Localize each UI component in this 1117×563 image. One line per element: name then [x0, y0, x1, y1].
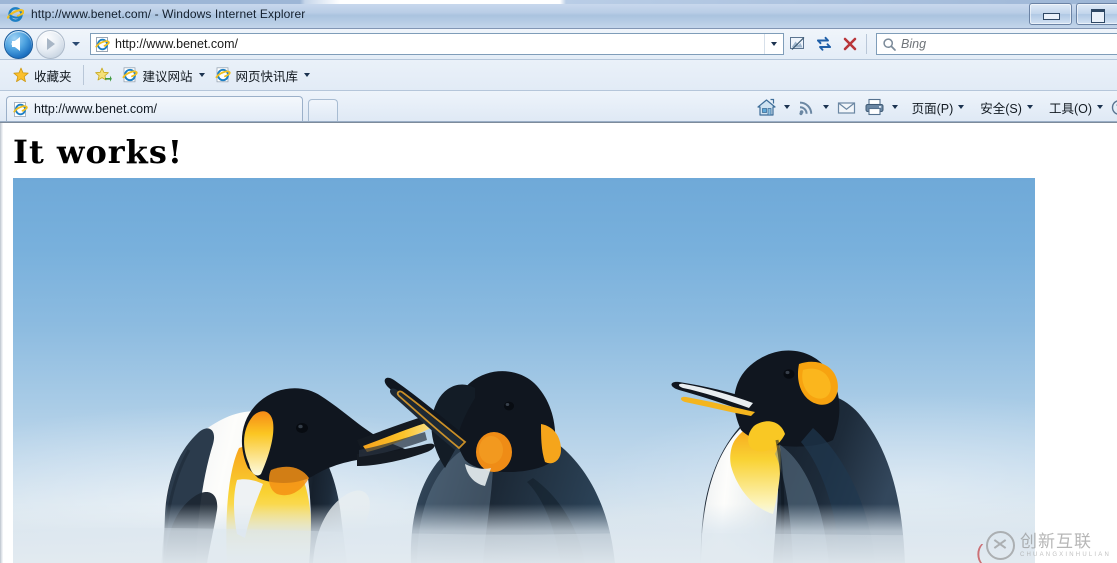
search-input[interactable]: Bing [901, 37, 926, 51]
ie-browser-window: http://www.benet.com/ - Windows Internet… [0, 0, 1117, 563]
chevron-down-icon [71, 42, 80, 46]
back-button[interactable] [4, 29, 33, 59]
refresh-button[interactable] [811, 33, 836, 55]
page-left-edge [0, 123, 3, 563]
favorites-separator [82, 65, 84, 85]
menu-safety-label: 安全(S) [980, 101, 1022, 116]
compatibility-view-icon [790, 37, 805, 50]
window-controls [1029, 3, 1117, 25]
favbar-item-web-slice-gallery[interactable]: 网页快讯库 [210, 64, 316, 86]
ie-icon [215, 67, 231, 83]
menu-page-label: 页面(P) [911, 101, 954, 116]
rss-feed-icon [798, 98, 816, 116]
search-box[interactable]: Bing [876, 33, 1117, 55]
ice-haze-band [13, 504, 1035, 563]
address-favicon-icon [95, 36, 110, 52]
chevron-down-icon [784, 105, 791, 109]
forward-arrow-icon [47, 37, 55, 50]
favorites-center-button[interactable]: 收藏夹 [8, 64, 77, 86]
chevron-down-icon [304, 73, 311, 77]
menu-safety[interactable]: 安全(S) [976, 96, 1037, 118]
chevron-down-icon [823, 105, 830, 109]
feeds-dropdown-button[interactable] [820, 96, 833, 118]
minimize-icon [1043, 13, 1060, 20]
address-bar[interactable]: http://www.benet.com/ [90, 33, 784, 55]
feeds-button[interactable] [794, 96, 820, 118]
search-icon [882, 37, 897, 52]
compatibility-view-button[interactable] [785, 33, 810, 55]
title-bar: http://www.benet.com/ - Windows Internet… [0, 0, 1117, 29]
print-button[interactable] [860, 96, 889, 118]
favbar-item-label: 建议网站 [142, 69, 193, 84]
home-icon [756, 98, 777, 117]
chevron-down-icon [771, 42, 777, 46]
favbar-item-label: 网页快讯库 [235, 69, 299, 84]
favbar-item-suggested-sites[interactable]: 建议网站 [117, 64, 210, 86]
print-dropdown-button[interactable] [889, 96, 902, 118]
maximize-icon [1091, 9, 1105, 23]
menu-tools-label: 工具(O) [1048, 101, 1092, 116]
tab-favicon-icon [13, 101, 28, 117]
favorites-bar: 收藏夹 建议网站 网页快讯库 [0, 60, 1117, 91]
add-to-favorites-bar-button[interactable] [90, 64, 117, 86]
navigation-bar: http://www.benet.com/ Bing [0, 29, 1117, 60]
printer-icon [864, 98, 885, 116]
favorites-label: 收藏夹 [34, 69, 72, 84]
command-bar: 页面(P) 安全(S) 工具(O) [752, 94, 1117, 120]
chevron-down-icon [892, 105, 899, 109]
penguin-photo [13, 178, 1035, 563]
back-arrow-icon [11, 36, 20, 51]
home-button[interactable] [752, 96, 781, 118]
help-icon [1111, 99, 1117, 116]
chevron-down-icon [1026, 105, 1033, 109]
address-dropdown-button[interactable] [764, 34, 783, 54]
page-title: It works! [13, 133, 183, 171]
refresh-icon [816, 36, 831, 51]
ie-logo-icon [6, 6, 25, 23]
star-add-icon [94, 67, 112, 83]
minimize-button[interactable] [1029, 3, 1072, 25]
menu-tools[interactable]: 工具(O) [1045, 96, 1107, 118]
title-bar-top-strip [0, 0, 1117, 4]
close-icon [843, 37, 856, 51]
chevron-down-icon [1097, 105, 1103, 109]
recent-pages-button[interactable] [67, 32, 84, 56]
forward-button[interactable] [36, 29, 65, 59]
ie-icon [122, 67, 138, 83]
stop-button[interactable] [837, 33, 862, 55]
menu-page[interactable]: 页面(P) [908, 96, 969, 118]
page-viewport: It works! (创新互联 CHUANGXINHULIAN [0, 122, 1117, 563]
window-title: http://www.benet.com/ - Windows Internet… [31, 7, 306, 21]
chevron-down-icon [958, 105, 965, 109]
tab-title: http://www.benet.com/ [34, 102, 157, 116]
home-dropdown-button[interactable] [781, 96, 794, 118]
star-icon [13, 67, 29, 83]
help-button[interactable] [1107, 96, 1117, 118]
mail-icon [837, 100, 856, 115]
browser-tab[interactable]: http://www.benet.com/ [6, 96, 303, 121]
toolbar-separator [866, 34, 867, 54]
read-mail-button[interactable] [833, 96, 860, 118]
new-tab-button[interactable] [308, 99, 338, 121]
maximize-button[interactable] [1076, 3, 1117, 25]
address-url-text: http://www.benet.com/ [115, 37, 238, 51]
chevron-down-icon [198, 73, 205, 77]
